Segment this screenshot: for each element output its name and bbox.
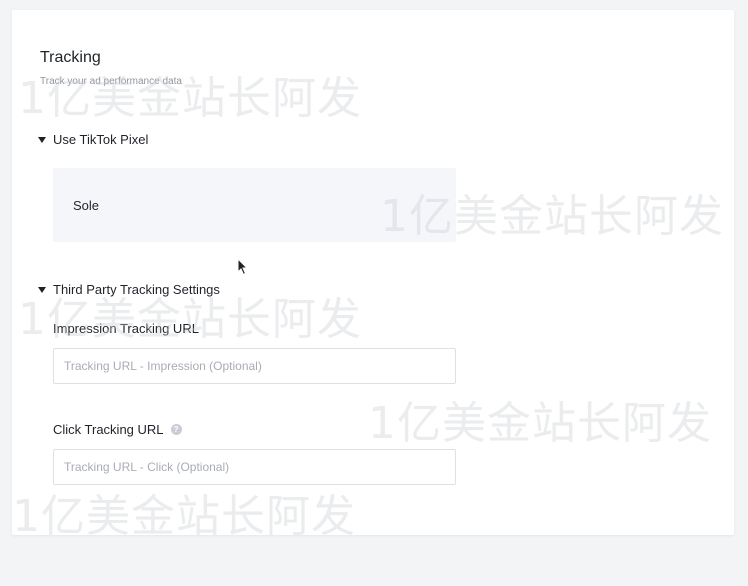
section-subtitle: Track your ad performance data: [40, 76, 182, 87]
third-party-tracking-label: Third Party Tracking Settings: [53, 282, 220, 297]
use-tiktok-pixel-toggle[interactable]: Use TikTok Pixel: [38, 132, 148, 147]
section-title: Tracking: [40, 49, 101, 66]
tracking-card: Tracking Track your ad performance data …: [12, 10, 734, 535]
click-label-text: Click Tracking URL: [53, 422, 164, 437]
help-icon[interactable]: ?: [170, 424, 182, 435]
caret-down-icon: [38, 136, 46, 143]
use-tiktok-pixel-label: Use TikTok Pixel: [53, 132, 149, 147]
page: Tracking Track your ad performance data …: [0, 0, 748, 586]
selected-pixel-name: Sole: [73, 198, 100, 213]
impression-tracking-url-label: Impression Tracking URL: [53, 321, 199, 336]
click-tracking-url-input[interactable]: [53, 449, 456, 485]
caret-down-icon: [38, 286, 46, 293]
impression-label-text: Impression Tracking URL: [53, 321, 199, 336]
click-tracking-url-label: Click Tracking URL ?: [53, 422, 182, 437]
third-party-tracking-toggle[interactable]: Third Party Tracking Settings: [38, 282, 220, 297]
pixel-selection-box[interactable]: Sole: [53, 168, 456, 242]
mouse-pointer-icon: [237, 258, 249, 276]
impression-tracking-url-input[interactable]: [53, 348, 456, 384]
